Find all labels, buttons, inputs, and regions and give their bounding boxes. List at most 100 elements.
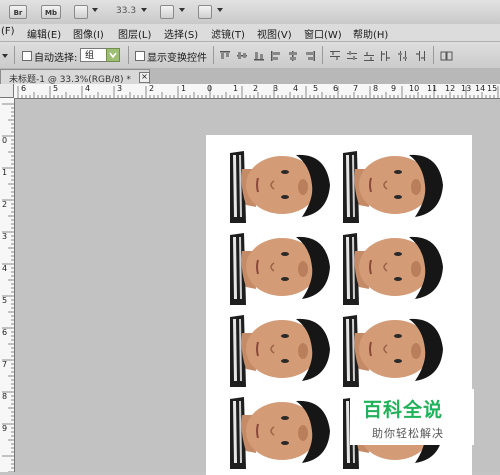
ear-shape — [411, 261, 421, 277]
distribute-horizontal-center-icon[interactable] — [397, 50, 409, 61]
eye-shape — [281, 252, 289, 256]
align-left-icon[interactable] — [270, 50, 282, 61]
align-right-icon[interactable] — [304, 50, 316, 61]
ruler-origin[interactable] — [0, 84, 14, 98]
eye-shape — [281, 195, 289, 199]
vertical-ruler[interactable]: 0 1 2 3 4 5 6 7 8 9 — [0, 98, 15, 472]
vertical-ruler-ticks — [2, 103, 14, 472]
ruler-label: 5 — [2, 296, 8, 305]
ruler-label: 7 — [2, 360, 8, 369]
chevron-down-icon[interactable] — [179, 8, 185, 12]
ruler-label: 2 — [149, 84, 155, 93]
align-vertical-center-icon[interactable] — [236, 50, 248, 61]
distribute-vertical-center-icon[interactable] — [346, 50, 358, 61]
mouth-shape — [256, 177, 259, 193]
id-photo — [343, 229, 445, 305]
eye-shape — [394, 195, 402, 199]
auto-select-label: 自动选择: — [34, 53, 78, 64]
ear-shape — [411, 179, 421, 195]
ruler-label: 9 — [391, 84, 397, 93]
ruler-label: 8 — [373, 84, 379, 93]
id-photo — [230, 311, 332, 387]
ruler-label: 1 — [2, 168, 8, 177]
bridge-button[interactable]: Br — [9, 5, 27, 19]
ruler-label: 15 — [487, 84, 498, 93]
show-transform-checkbox[interactable] — [135, 51, 145, 61]
screen-mode-button[interactable] — [198, 5, 212, 19]
document-tab-bar: 未标题-1 @ 33.3%(RGB/8) * × — [0, 68, 500, 85]
ruler-label: 8 — [2, 392, 8, 401]
mouth-shape — [369, 177, 372, 193]
tool-preset-chevron-icon[interactable] — [2, 54, 8, 58]
ruler-label: 2 — [253, 84, 259, 93]
dropdown-button[interactable] — [106, 48, 120, 62]
menu-select[interactable]: 选择(S) — [164, 26, 198, 41]
ear-shape — [298, 179, 308, 195]
eye-shape — [281, 170, 289, 174]
ruler-label: 5 — [53, 84, 59, 93]
watermark-subtitle: 助你轻松解决 — [372, 427, 444, 440]
portrait-image — [343, 229, 445, 305]
ruler-label: 4 — [85, 84, 91, 93]
auto-select-checkbox[interactable] — [22, 51, 32, 61]
separator — [433, 46, 434, 64]
align-top-icon[interactable] — [219, 50, 231, 61]
align-bottom-icon[interactable] — [253, 50, 265, 61]
horizontal-ruler[interactable]: 6 5 4 3 2 1 0 1 2 3 4 5 6 7 8 9 10 11 12… — [14, 84, 500, 99]
eye-shape — [281, 416, 289, 420]
bridge-label: Br — [13, 9, 23, 17]
show-transform-label: 显示变换控件 — [147, 53, 207, 64]
watermark-title: 百科全说 — [363, 399, 444, 421]
auto-align-layers-icon[interactable] — [440, 50, 454, 61]
arrange-documents-button[interactable] — [160, 5, 174, 19]
ruler-label: 0 — [2, 136, 8, 145]
ruler-label: 3 — [2, 232, 8, 241]
mini-bridge-button[interactable]: Mb — [41, 5, 61, 19]
menu-filter[interactable]: 滤镜(T) — [211, 26, 245, 41]
distribute-right-icon[interactable] — [414, 50, 426, 61]
chevron-down-icon[interactable] — [92, 8, 98, 12]
menu-view[interactable]: 视图(V) — [257, 26, 292, 41]
mouth-shape — [256, 259, 259, 275]
distribute-left-icon[interactable] — [380, 50, 392, 61]
ear-shape — [298, 261, 308, 277]
menu-edit[interactable]: 编辑(E) — [27, 26, 61, 41]
align-horizontal-center-icon[interactable] — [287, 50, 299, 61]
eye-shape — [394, 334, 402, 338]
close-icon[interactable]: × — [139, 72, 150, 83]
menu-help[interactable]: 帮助(H) — [353, 26, 388, 41]
chevron-down-icon[interactable] — [141, 8, 147, 12]
ear-shape — [298, 425, 308, 441]
menu-file[interactable]: (F) — [1, 26, 15, 37]
ear-shape — [411, 343, 421, 359]
portrait-image — [230, 311, 332, 387]
ruler-label: 11 — [427, 84, 438, 93]
ruler-label: 4 — [293, 84, 299, 93]
portrait-image — [230, 393, 332, 469]
eye-shape — [281, 359, 289, 363]
separator — [128, 46, 129, 64]
menu-window[interactable]: 窗口(W) — [304, 26, 342, 41]
portrait-image — [230, 229, 332, 305]
application-bar: Br Mb 33.3 — [0, 0, 500, 25]
menu-bar: (F) 编辑(E) 图像(I) 图层(L) 选择(S) 滤镜(T) 视图(V) … — [0, 24, 500, 42]
mouth-shape — [256, 341, 259, 357]
ruler-label: 6 — [21, 84, 27, 93]
chevron-down-icon[interactable] — [217, 8, 223, 12]
menu-image[interactable]: 图像(I) — [73, 26, 104, 41]
zoom-level[interactable]: 33.3 — [116, 6, 136, 16]
document-tab[interactable]: 未标题-1 @ 33.3%(RGB/8) * × — [0, 69, 150, 85]
distribute-top-icon[interactable] — [329, 50, 341, 61]
distribute-bottom-icon[interactable] — [363, 50, 375, 61]
separator — [14, 46, 15, 64]
watermark: 百科全说 助你轻松解决 — [350, 389, 474, 445]
ruler-label: 14 — [475, 84, 486, 93]
options-bar: 自动选择: 组 显示变换控件 — [0, 42, 500, 69]
ruler-label: 13 — [461, 84, 472, 93]
eye-shape — [281, 441, 289, 445]
id-photo — [230, 147, 332, 223]
view-extras-button[interactable] — [74, 5, 88, 19]
id-photo — [343, 311, 445, 387]
separator — [213, 46, 214, 64]
menu-layer[interactable]: 图层(L) — [118, 26, 151, 41]
